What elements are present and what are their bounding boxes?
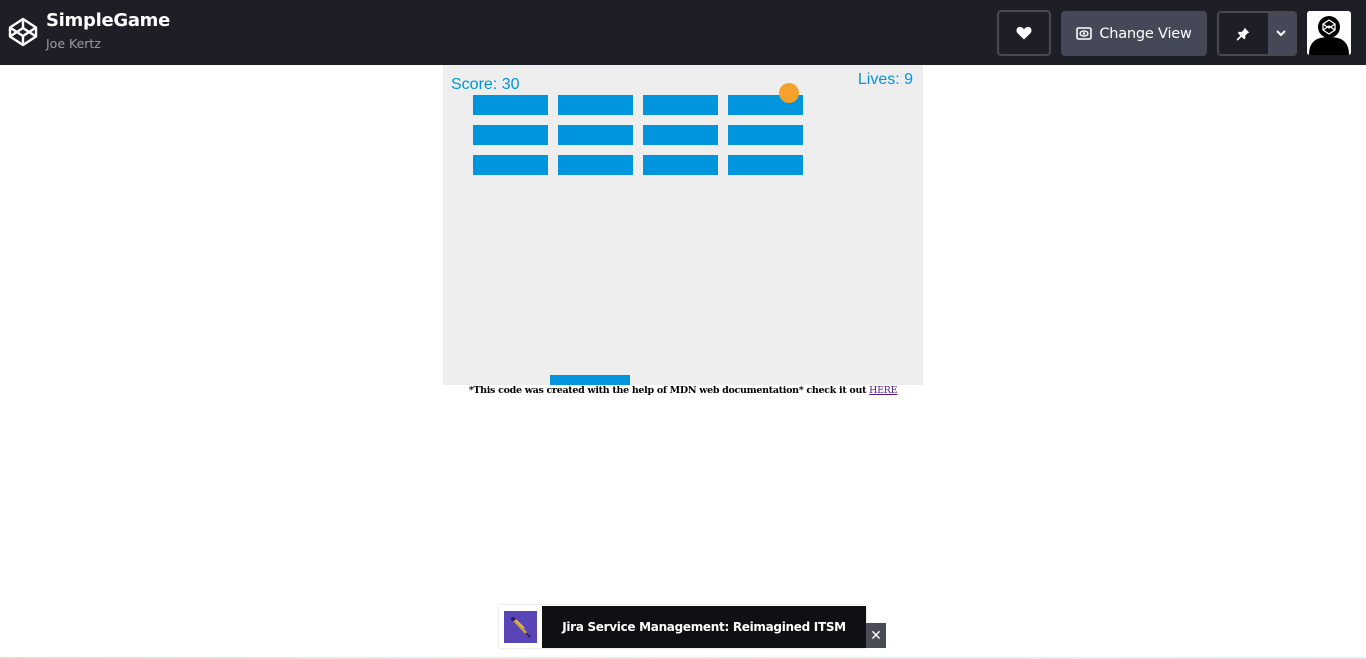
brick bbox=[643, 155, 718, 175]
brick bbox=[558, 125, 633, 145]
credit-label: *This code was created with the help of … bbox=[468, 385, 870, 396]
mdn-link[interactable]: HERE bbox=[869, 385, 897, 396]
close-icon: ✕ bbox=[870, 627, 882, 644]
brick bbox=[728, 125, 803, 145]
brick bbox=[558, 155, 633, 175]
pin-icon bbox=[1237, 27, 1250, 40]
brick bbox=[728, 155, 803, 175]
chevron-down-icon bbox=[1276, 30, 1287, 37]
ad-image-icon bbox=[511, 617, 531, 638]
credit-text: *This code was created with the help of … bbox=[443, 385, 923, 396]
page-title: SimpleGame bbox=[46, 10, 171, 31]
change-view-label: Change View bbox=[1099, 25, 1192, 42]
pin-button[interactable] bbox=[1219, 13, 1268, 54]
brick bbox=[643, 125, 718, 145]
game-canvas[interactable]: Score: 30 Lives: 9 bbox=[443, 65, 923, 385]
avatar-icon bbox=[1307, 11, 1351, 55]
ad-close-button[interactable]: ✕ bbox=[866, 623, 886, 648]
brick bbox=[473, 155, 548, 175]
brick bbox=[558, 95, 633, 115]
ad-thumbnail bbox=[504, 611, 537, 643]
pin-button-group bbox=[1217, 11, 1297, 56]
score-text: Score: 30 bbox=[451, 76, 520, 93]
brick bbox=[643, 95, 718, 115]
codepen-logo-icon[interactable] bbox=[7, 16, 39, 48]
lives-text: Lives: 9 bbox=[857, 71, 913, 88]
brick bbox=[473, 95, 548, 115]
author-link[interactable]: Joe Kertz bbox=[46, 36, 101, 51]
brick bbox=[473, 125, 548, 145]
ad-text[interactable]: Jira Service Management: Reimagined ITSM bbox=[542, 606, 866, 648]
heart-button[interactable] bbox=[997, 10, 1051, 56]
change-view-button[interactable]: Change View bbox=[1061, 11, 1207, 56]
ball bbox=[779, 83, 799, 103]
user-avatar[interactable] bbox=[1307, 11, 1351, 55]
paddle[interactable] bbox=[550, 375, 630, 385]
top-header: SimpleGame Joe Kertz Change View bbox=[0, 0, 1366, 65]
heart-icon bbox=[1016, 26, 1032, 40]
eye-icon bbox=[1076, 27, 1093, 40]
ad-banner[interactable]: Jira Service Management: Reimagined ITSM bbox=[499, 605, 866, 648]
pin-options-dropdown[interactable] bbox=[1267, 13, 1295, 54]
